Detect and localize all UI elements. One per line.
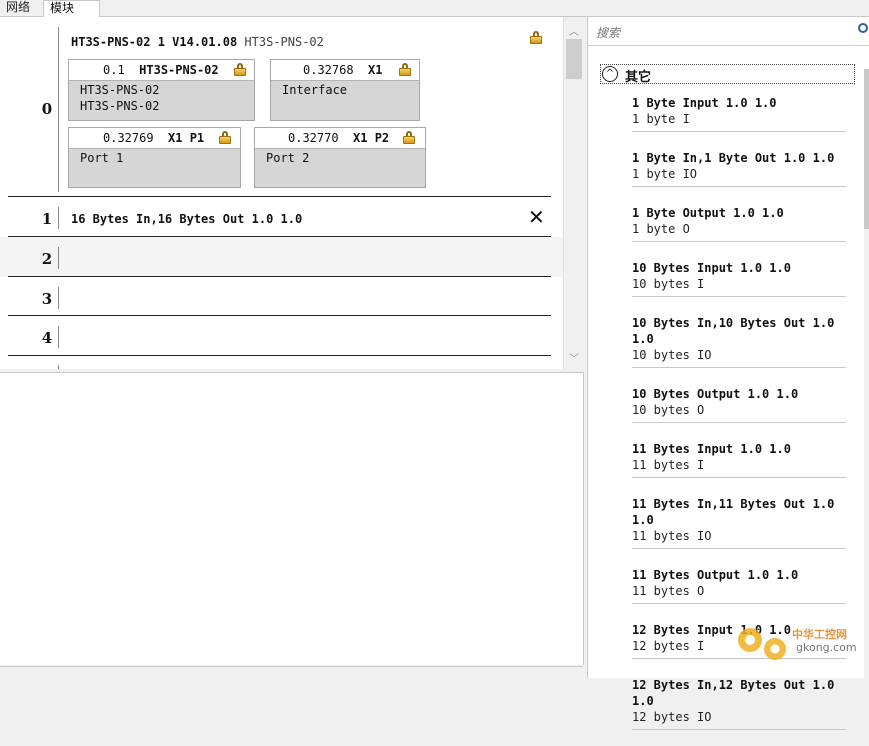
submodule-address: 0.32770 [288,131,339,145]
scroll-thumb[interactable] [864,69,869,229]
scroll-up-icon[interactable]: ︿ [569,23,579,38]
scroll-thumb[interactable] [566,39,582,79]
slot-number: 2 [41,250,53,268]
catalog-item-name: 12 Bytes In,12 Bytes Out 1.0 1.0 [632,678,835,708]
catalog-item-name: 11 Bytes Input 1.0 1.0 [632,442,791,456]
catalog-group-label: 其它 [625,70,652,85]
catalog-item-name: 10 Bytes Input 1.0 1.0 [632,261,791,275]
catalog-item[interactable]: 10 Bytes Input 1.0 1.0 10 bytes I [632,258,846,297]
catalog-item-desc: 10 bytes I [632,277,705,291]
catalog-item[interactable]: 1 Byte In,1 Byte Out 1.0 1.0 1 byte IO [632,148,846,187]
catalog-item-name: 10 Bytes Output 1.0 1.0 [632,387,799,401]
slot-separator [8,276,551,277]
slot-scrollbar[interactable]: ︿ ﹀ [563,17,584,369]
catalog-item[interactable]: 1 Byte Output 1.0 1.0 1 byte O [632,203,846,242]
search-input[interactable] [594,22,848,44]
submodule-name: X1 P1 [168,131,205,145]
lock-icon [219,131,231,144]
module-catalog: ^ 其它 1 Byte Input 1.0 1.0 1 byte I 1 Byte… [587,17,869,730]
catalog-item-list: 1 Byte Input 1.0 1.0 1 byte I 1 Byte In,1… [632,93,846,746]
scroll-down-icon[interactable]: ﹀ [569,350,579,365]
catalog-item-name: 12 Bytes Input 1.0 1.0 [632,623,791,637]
slot-number: 3 [41,290,53,308]
catalog-item-desc: 11 bytes O [632,584,705,598]
submodule-card[interactable]: 0.1 HT3S-PNS-02 HT3S-PNS-02 HT3S-PNS-02 [68,59,255,121]
slot-panel: 0 HT3S-PNS-02 1 V14.01.08 HT3S-PNS-02 0.… [0,17,563,369]
submodule-name: X1 P2 [353,131,390,145]
collapse-icon[interactable]: ^ [602,66,618,82]
submodule-line: HT3S-PNS-02 [80,99,160,113]
slot-module-name[interactable]: 16 Bytes In,16 Bytes Out 1.0 1.0 [71,212,302,226]
catalog-item-name: 1 Byte In,1 Byte Out 1.0 1.0 [632,151,835,165]
catalog-item[interactable]: 11 Bytes Input 1.0 1.0 11 bytes I [632,439,846,478]
tab-modules[interactable]: 模块 [43,0,100,17]
properties-panel [0,372,584,665]
submodule-address: 0.32768 [303,63,354,77]
catalog-item-desc: 10 bytes IO [632,348,712,362]
submodule-address: 0.32769 [103,131,154,145]
catalog-item-desc: 1 byte I [632,112,690,126]
slot-divider [58,287,59,309]
slot-separator [8,315,551,316]
tab-bar: 网络 模块 [0,0,869,17]
catalog-item-name: 1 Byte Output 1.0 1.0 [632,206,784,220]
lock-icon [403,131,415,144]
catalog-item-name: 11 Bytes In,11 Bytes Out 1.0 1.0 [632,497,835,527]
delete-module-button[interactable]: ✕ [528,205,545,229]
search-icon[interactable] [858,23,868,33]
catalog-item-name: 11 Bytes Output 1.0 1.0 [632,568,799,582]
slot-separator [8,196,551,197]
slot-divider [58,27,59,192]
lock-icon [530,31,542,44]
catalog-item[interactable]: 1 Byte Input 1.0 1.0 1 byte I [632,93,846,132]
catalog-item-desc: 11 bytes I [632,458,705,472]
submodule-line: Interface [282,83,348,97]
slot-divider [58,207,59,229]
lock-icon [399,63,411,76]
search-box [588,19,869,46]
slot-separator [8,355,551,356]
catalog-item-desc: 10 bytes O [632,403,705,417]
slot-divider [58,365,59,369]
submodule-address: 0.1 [103,63,125,77]
catalog-item[interactable]: 12 Bytes Input 1.0 1.0 12 bytes I [632,620,846,659]
catalog-item[interactable]: 10 Bytes In,10 Bytes Out 1.0 1.0 10 bytes… [632,313,846,368]
submodule-line: Port 2 [266,151,310,165]
catalog-item-desc: 12 bytes I [632,639,705,653]
submodule-line: HT3S-PNS-02 [80,83,160,97]
slot-divider [58,326,59,348]
slot-divider [58,247,59,269]
bottom-bar [0,666,583,679]
submodule-name: X1 [368,63,383,77]
catalog-group[interactable]: ^ 其它 [600,64,855,85]
catalog-item-desc: 12 bytes IO [632,710,712,724]
slot-number: 1 [41,210,53,228]
catalog-item[interactable]: 10 Bytes Output 1.0 1.0 10 bytes O [632,384,846,423]
module-title[interactable]: HT3S-PNS-02 1 V14.01.08 HT3S-PNS-02 [71,35,324,49]
module-title-sub: HT3S-PNS-02 [244,35,324,49]
submodule-name: HT3S-PNS-02 [139,63,219,77]
submodule-card[interactable]: 0.32770 X1 P2 Port 2 [254,127,426,188]
catalog-item-desc: 1 byte O [632,222,690,236]
module-title-main: HT3S-PNS-02 1 V14.01.08 [71,35,238,49]
slot-row-empty[interactable] [0,237,563,277]
catalog-item-name: 1 Byte Input 1.0 1.0 [632,96,777,110]
submodule-card[interactable]: 0.32768 X1 Interface [270,59,420,121]
catalog-item-name: 10 Bytes In,10 Bytes Out 1.0 1.0 [632,316,835,346]
catalog-item[interactable]: 11 Bytes In,11 Bytes Out 1.0 1.0 11 bytes… [632,494,846,549]
catalog-item-desc: 11 bytes IO [632,529,712,543]
lock-icon [234,63,246,76]
slot-number: 4 [41,329,53,347]
catalog-item[interactable]: 12 Bytes In,12 Bytes Out 1.0 1.0 12 bytes… [632,675,846,730]
catalog-item[interactable]: 11 Bytes Output 1.0 1.0 11 bytes O [632,565,846,604]
catalog-scrollbar[interactable] [864,69,869,678]
catalog-item-desc: 1 byte IO [632,167,698,181]
slot-number: 0 [41,100,53,118]
submodule-line: Port 1 [80,151,124,165]
submodule-card[interactable]: 0.32769 X1 P1 Port 1 [68,127,241,188]
tab-network[interactable]: 网络 [0,0,40,16]
